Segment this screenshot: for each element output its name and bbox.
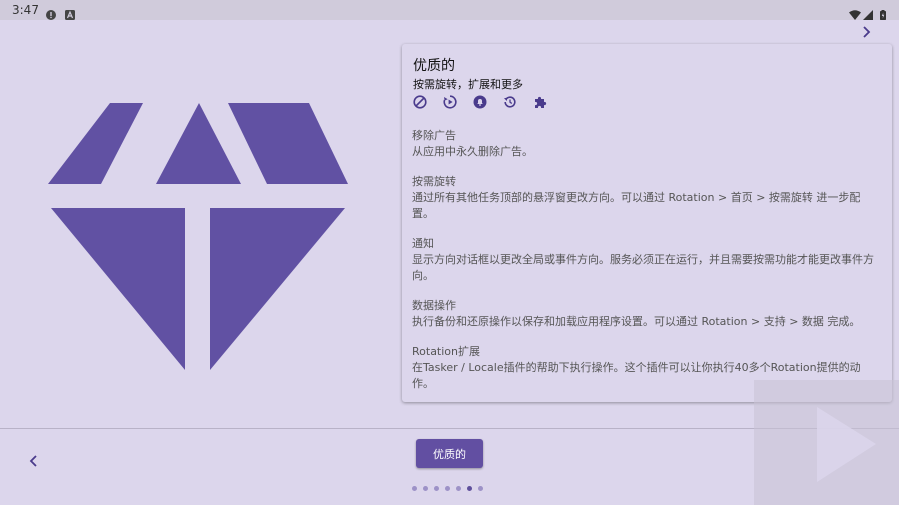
chevron-left-icon[interactable] [25,452,43,470]
page-dot-active[interactable] [467,486,472,491]
feature-description: 显示方向对话框以更改全局或事件方向。服务必须正在运行，并且需要按需功能才能更改事… [412,253,874,282]
feature-on-demand-rotation: 按需旋转 通过所有其他任务顶部的悬浮窗更改方向。可以通过 Rotation > … [412,174,882,222]
alert-circle-icon [46,5,56,20]
extension-icon [532,94,548,110]
feature-title: 移除广告 [412,129,456,142]
rotate-play-icon [442,94,458,110]
chevron-right-icon[interactable] [857,23,875,41]
page-dot[interactable] [434,486,439,491]
page-dot[interactable] [423,486,428,491]
battery-icon [880,5,886,20]
card-subtitle: 按需旋转，扩展和更多 [413,78,523,91]
status-time: 3:47 [12,3,39,17]
page-dot[interactable] [412,486,417,491]
feature-notification: 通知 显示方向对话框以更改全局或事件方向。服务必须正在运行，并且需要按需功能才能… [412,236,882,284]
page-dot[interactable] [445,486,450,491]
feature-title: 按需旋转 [412,175,456,188]
diamond-icon [45,100,355,376]
premium-button[interactable]: 优质的 [416,439,483,468]
a-badge-icon [65,5,75,20]
notification-icon [472,94,488,110]
status-bar: 3:47 [0,0,899,20]
page-indicator [412,486,489,491]
card-title: 优质的 [413,58,455,74]
premium-card: 优质的 按需旋转，扩展和更多 移除广告 从应用中永久删除广告。 按需旋转 通过所… [402,44,892,402]
feature-icon-row [412,94,562,110]
page-dot[interactable] [478,486,483,491]
wifi-icon [849,5,861,20]
feature-description: 执行备份和还原操作以保存和加载应用程序设置。可以通过 Rotation > 支持… [412,315,861,328]
feature-title: Rotation扩展 [412,345,481,358]
feature-description: 从应用中永久删除广告。 [412,145,533,158]
signal-icon [863,5,873,20]
feature-data-operations: 数据操作 执行备份和还原操作以保存和加载应用程序设置。可以通过 Rotation… [412,298,882,330]
restore-icon [502,94,518,110]
feature-description: 通过所有其他任务顶部的悬浮窗更改方向。可以通过 Rotation > 首页 > … [412,191,861,220]
block-icon [412,94,428,110]
page-dot[interactable] [456,486,461,491]
feature-remove-ads: 移除广告 从应用中永久删除广告。 [412,128,882,160]
feature-title: 数据操作 [412,299,456,312]
play-overlay [754,380,899,505]
feature-title: 通知 [412,237,434,250]
